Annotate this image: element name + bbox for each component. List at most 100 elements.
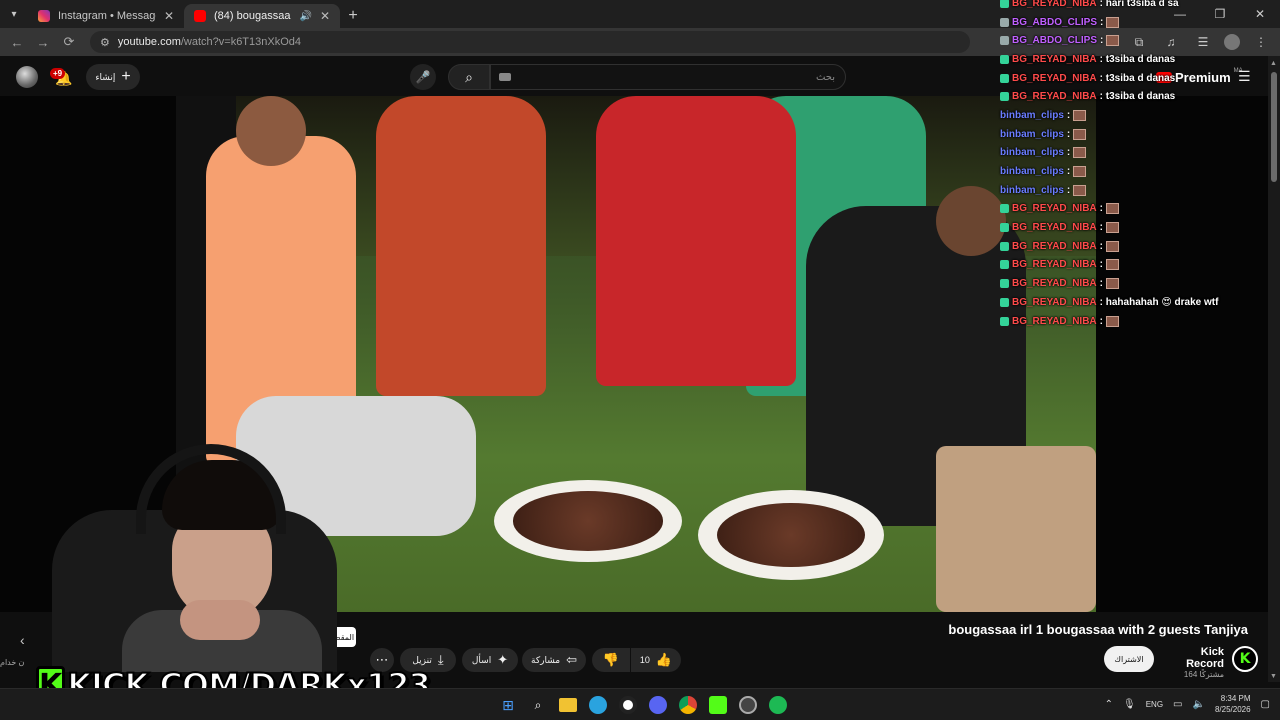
url-path: /watch?v=k6T13nXkOd4 xyxy=(180,36,302,48)
network-icon[interactable]: ▭ xyxy=(1173,699,1182,710)
chat-username: binbam_clips xyxy=(1000,109,1064,121)
share-button[interactable]: مشاركة ⇦ xyxy=(522,648,586,672)
tab-youtube[interactable]: (84) bougassaa irl 1 bougassaa with 2 gu… xyxy=(184,4,340,28)
chat-message-text: : xyxy=(1066,109,1071,121)
keyboard-icon[interactable] xyxy=(499,73,511,81)
search-button[interactable]: ⌕ xyxy=(448,64,490,90)
download-label: تنزيل xyxy=(412,654,432,665)
clock[interactable]: 8:34 PM 8/25/2026 xyxy=(1215,693,1251,715)
like-button[interactable]: 10 👍 xyxy=(631,648,681,672)
chat-badge-icon xyxy=(1000,260,1009,270)
chat-message: BG_ABDO_CLIPS: xyxy=(1000,13,1270,32)
chat-message-text: : xyxy=(1066,147,1071,159)
chat-badge-icon xyxy=(1000,297,1009,307)
speaker-icon[interactable]: 🔊 xyxy=(299,11,311,22)
chat-message: BG_REYAD_NIBA: xyxy=(1000,200,1270,219)
chat-message-text: : t3siba d danas xyxy=(1099,53,1176,65)
chat-message-text: : xyxy=(1099,222,1103,234)
microphone-icon[interactable]: 🎙 xyxy=(1123,699,1136,710)
ask-label: اسأل xyxy=(471,654,492,665)
search-icon[interactable]: ⌕ xyxy=(526,693,550,717)
forward-icon[interactable]: → xyxy=(32,31,54,53)
video-person xyxy=(936,446,1096,612)
close-icon[interactable]: ✕ xyxy=(320,9,330,23)
kick-app-icon[interactable] xyxy=(706,693,730,717)
chat-badge-icon xyxy=(1000,36,1009,46)
chat-badge-icon xyxy=(1000,17,1009,27)
scroll-up-icon[interactable]: ▲ xyxy=(1270,60,1277,67)
scrollbar-thumb[interactable] xyxy=(1271,72,1277,182)
channel-avatar-letter: K xyxy=(1239,651,1251,667)
file-explorer-icon[interactable] xyxy=(556,693,580,717)
chat-message: BG_REYAD_NIBA: xyxy=(1000,237,1270,256)
back-icon[interactable]: ← xyxy=(6,31,28,53)
like-count: 10 xyxy=(639,655,650,665)
chevron-left-icon[interactable]: ‹ xyxy=(20,632,25,648)
chat-message: BG_ABDO_CLIPS: xyxy=(1000,31,1270,50)
chat-message: binbam_clips: xyxy=(1000,106,1270,125)
spotify-icon[interactable] xyxy=(766,693,790,717)
chat-username: BG_REYAD_NIBA xyxy=(1012,259,1097,271)
create-button[interactable]: إنشاء + xyxy=(86,64,140,90)
search-input[interactable]: بحث xyxy=(490,64,846,90)
ask-button[interactable]: اسأل ✦ xyxy=(462,648,518,672)
channel-info[interactable]: Kick Record 164 مشتركًا xyxy=(1162,646,1224,679)
system-tray: ⌃ 🎙 ENG ▭ 🔈 8:34 PM 8/25/2026 ▢ xyxy=(1105,693,1270,715)
create-label: إنشاء xyxy=(95,71,116,82)
dislike-button[interactable]: 👎 xyxy=(592,648,630,672)
voice-search-mic-icon[interactable]: 🎤 xyxy=(410,64,436,90)
account-avatar[interactable] xyxy=(16,66,38,88)
notifications-icon[interactable]: ▢ xyxy=(1261,699,1270,710)
chrome-icon[interactable] xyxy=(676,693,700,717)
subscriber-count: 164 مشتركًا xyxy=(1183,670,1224,679)
address-bar[interactable]: ⚙ youtube.com/watch?v=k6T13nXkOd4 xyxy=(90,31,970,53)
chat-badge-icon xyxy=(1000,316,1009,326)
chat-badge-icon xyxy=(1000,73,1009,83)
thumbs-down-icon: 👎 xyxy=(602,652,620,667)
search-placeholder: بحث xyxy=(815,71,835,83)
chat-message: binbam_clips: xyxy=(1000,125,1270,144)
chat-message: binbam_clips: xyxy=(1000,181,1270,200)
chat-emote-icon xyxy=(1073,166,1087,178)
chat-username: BG_REYAD_NIBA xyxy=(1012,296,1097,308)
food xyxy=(716,502,866,568)
discord-icon[interactable] xyxy=(646,693,670,717)
subscribe-button[interactable]: الاشتراك xyxy=(1104,646,1154,672)
stream-chat-overlay: BG_REYAD_NIBA: hari t3siba d sa BG_ABDO_C… xyxy=(1000,0,1270,330)
reload-icon[interactable]: ⟳ xyxy=(58,31,80,53)
telegram-icon[interactable] xyxy=(586,693,610,717)
chat-message-text: : xyxy=(1099,278,1103,290)
close-icon[interactable]: ✕ xyxy=(164,9,174,23)
chevron-up-icon[interactable]: ⌃ xyxy=(1105,699,1113,710)
url-host: youtube.com xyxy=(117,36,181,48)
video-title: bougassaa irl 1 bougassaa with 2 guests … xyxy=(948,622,1248,637)
video-person xyxy=(596,96,796,386)
clock-time: 8:34 PM xyxy=(1220,694,1251,703)
language-indicator[interactable]: ENG xyxy=(1146,700,1163,709)
chat-emote-icon xyxy=(1073,147,1087,159)
chat-message: BG_REYAD_NIBA: xyxy=(1000,218,1270,237)
chat-message-text: : t3siba d danas xyxy=(1099,91,1176,103)
channel-name[interactable]: Kick Record xyxy=(1162,646,1224,670)
video-person-head xyxy=(936,186,1006,256)
search-icon: ⌕ xyxy=(465,68,473,85)
tab-search-icon[interactable]: ▾ xyxy=(0,0,28,28)
windows-start-icon[interactable]: ⊞ xyxy=(496,693,520,717)
recorder-icon[interactable] xyxy=(736,693,760,717)
chat-emote-icon xyxy=(1106,315,1119,327)
chat-message: BG_REYAD_NIBA: hari t3siba d sa xyxy=(1000,0,1270,13)
chat-message: BG_REYAD_NIBA: t3siba d danas xyxy=(1000,50,1270,69)
chat-username: BG_ABDO_CLIPS xyxy=(1012,16,1098,28)
chat-badge-icon xyxy=(1000,223,1009,233)
chat-message-text: : xyxy=(1099,259,1103,271)
clock-date: 8/25/2026 xyxy=(1214,705,1251,714)
chat-message: BG_REYAD_NIBA: xyxy=(1000,274,1270,293)
channel-avatar[interactable]: K xyxy=(1232,646,1258,672)
tab-instagram[interactable]: Instagram • Messages ✕ xyxy=(28,4,184,28)
new-tab-button[interactable]: + xyxy=(340,4,366,28)
volume-icon[interactable]: 🔈 xyxy=(1193,699,1205,710)
scroll-down-icon[interactable]: ▼ xyxy=(1270,673,1277,680)
obs-icon[interactable] xyxy=(616,693,640,717)
site-info-icon[interactable]: ⚙ xyxy=(100,36,110,49)
chat-message: BG_REYAD_NIBA: xyxy=(1000,312,1270,331)
